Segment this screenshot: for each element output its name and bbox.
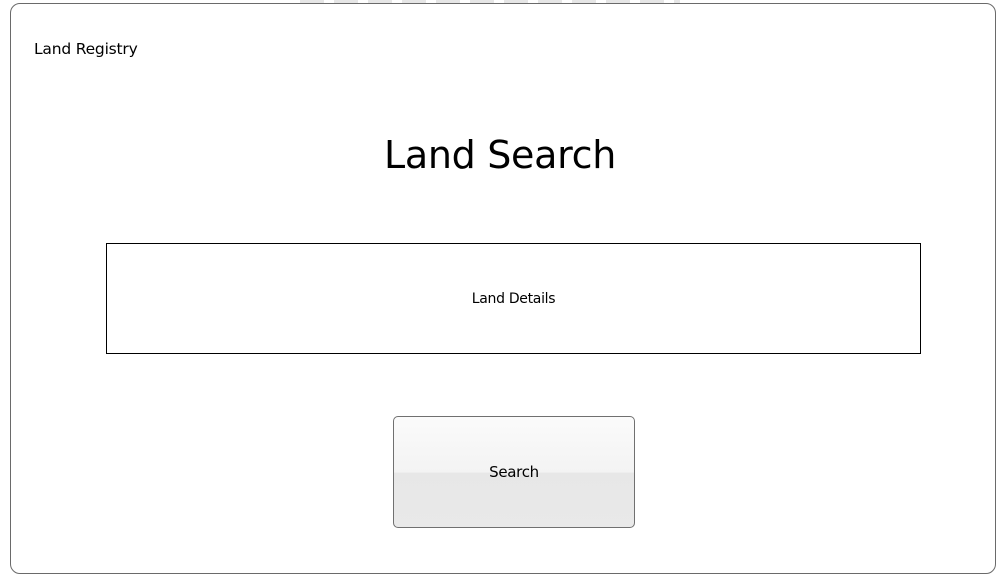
land-details-panel: Land Details xyxy=(106,243,921,354)
page-title: Land Search xyxy=(384,133,616,177)
land-details-label: Land Details xyxy=(471,290,556,307)
app-title: Land Registry xyxy=(34,40,138,58)
search-button[interactable]: Search xyxy=(393,416,635,528)
search-button-label: Search xyxy=(489,463,539,481)
